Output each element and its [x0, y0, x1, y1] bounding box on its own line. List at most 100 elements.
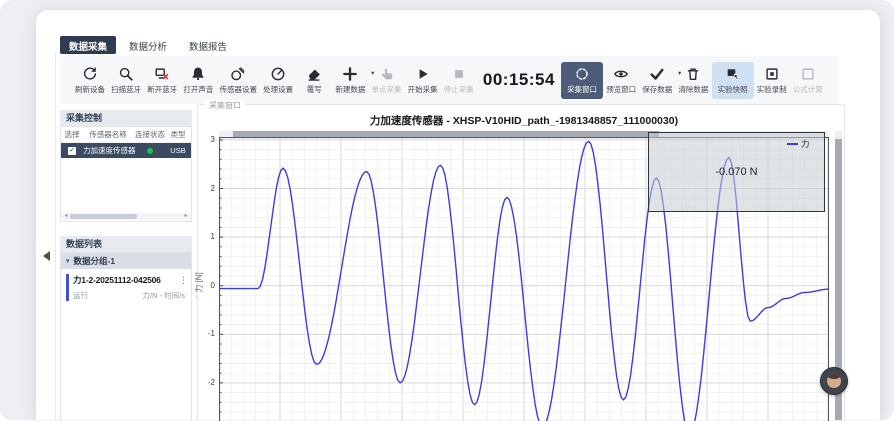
formula-icon: [800, 66, 816, 82]
open-sound-button[interactable]: 打开声音: [180, 64, 216, 97]
stop-collect-button: 停止采集: [441, 64, 477, 97]
collect-window-button[interactable]: 采集窗口: [561, 62, 603, 99]
open-sound-label: 打开声音: [183, 84, 213, 95]
chart-legend: 力: [787, 138, 810, 150]
experiment-snapshot-label: 实验快照: [718, 84, 748, 95]
eye-icon: [613, 66, 629, 82]
gauge-icon: [270, 66, 286, 82]
scan-bluetooth-label: 扫描蓝牙: [111, 84, 141, 95]
app-window: 数据采集数据分析数据报告 刷新设备扫描蓝牙断开蓝牙打开声音传感器设置处理设置 覆写…: [36, 10, 880, 420]
sensor-table: 选择传感器名称连接状态类型 ✓ 力加速度传感器 USB ◂ ▸: [60, 126, 192, 222]
data-item-name: 力1-2-20251112-042506: [73, 274, 185, 286]
snapshot-icon: [725, 66, 741, 82]
column-header: 传感器名称: [83, 129, 133, 140]
collection-control-header: 采集控制: [60, 110, 192, 126]
play-icon: [415, 66, 431, 82]
sensor-hscroll-thumb[interactable]: [70, 214, 137, 219]
disconnect-bluetooth-icon: [154, 66, 170, 82]
touch-icon: [379, 66, 395, 82]
clear-data-button[interactable]: 清除数据: [675, 64, 711, 97]
start-collect-button[interactable]: 开始采集: [405, 64, 441, 97]
experiment-record-label: 实验录制: [757, 84, 787, 95]
refresh-device-label: 刷新设备: [75, 84, 105, 95]
sensor-hscroll-track[interactable]: [70, 214, 182, 219]
dashed-circle-icon: [574, 66, 590, 82]
kebab-menu-icon[interactable]: ⋮: [179, 275, 188, 286]
chart-panel-label: 采集窗口: [205, 100, 245, 111]
scan-bluetooth-button[interactable]: 扫描蓝牙: [108, 64, 144, 97]
tab-data-collection[interactable]: 数据采集: [60, 36, 116, 54]
sensor-table-header: 选择传感器名称连接状态类型: [61, 127, 191, 143]
data-group-label: 数据分组-1: [74, 255, 116, 267]
overwrite-label: 覆写: [307, 84, 322, 95]
preview-window-button[interactable]: 预览窗口: [603, 64, 639, 97]
sidebar-collapse-icon[interactable]: [43, 251, 50, 261]
chart-panel: 采集窗口 力加速度传感器 - XHSP-V10HID_path_-1981348…: [197, 104, 845, 420]
refresh-device-button[interactable]: 刷新设备: [72, 64, 108, 97]
avatar-face-icon: [827, 374, 841, 388]
chevron-down-icon: ▾: [66, 257, 70, 265]
bell-icon: [190, 66, 206, 82]
y-tick-label: 2: [200, 184, 215, 193]
column-header: 选择: [61, 129, 83, 140]
sensor-row[interactable]: ✓ 力加速度传感器 USB: [61, 143, 191, 158]
plus-icon: [342, 66, 358, 82]
tab-bar: 数据采集数据分析数据报告: [60, 36, 236, 54]
connection-status-dot: [147, 148, 153, 154]
column-header: 连接状态: [133, 129, 167, 140]
tab-data-report[interactable]: 数据报告: [180, 36, 236, 54]
trash-icon: [685, 66, 701, 82]
check-icon: [649, 66, 665, 82]
record-icon: [764, 66, 780, 82]
y-tick-label: 1: [200, 232, 215, 241]
data-group-row[interactable]: ▾ 数据分组-1: [61, 253, 191, 269]
data-item-status: 运行: [73, 290, 88, 301]
collect-timer: 00:15:54: [483, 70, 555, 90]
measurement-value: -0.070 N: [715, 166, 757, 178]
new-data-label: 新建数据: [335, 84, 365, 95]
y-tick-label: -2: [200, 378, 215, 387]
y-axis-label: 力 [N]: [194, 272, 205, 292]
data-item[interactable]: 力1-2-20251112-042506 ⋮ 运行 力/N - 时间/s: [61, 269, 191, 306]
single-point-collect-button: 单点采集: [369, 64, 405, 97]
desktop-background: 数据采集数据分析数据报告 刷新设备扫描蓝牙断开蓝牙打开声音传感器设置处理设置 覆写…: [0, 0, 894, 420]
sensor-settings-button[interactable]: 传感器设置: [217, 64, 261, 97]
sensor-name: 力加速度传感器: [83, 145, 133, 156]
start-collect-label: 开始采集: [408, 84, 438, 95]
scroll-right-icon[interactable]: ▸: [182, 213, 190, 220]
process-settings-label: 处理设置: [263, 84, 293, 95]
sensor-settings-label: 传感器设置: [220, 84, 258, 95]
sensor-checkbox[interactable]: ✓: [68, 147, 76, 155]
formula-calc-label: 公式计算: [793, 84, 823, 95]
toolbar: 刷新设备扫描蓝牙断开蓝牙打开声音传感器设置处理设置 覆写 ▾新建数据单点采集开始采集…: [60, 56, 838, 104]
left-rail-divider: [55, 52, 56, 420]
scroll-left-icon[interactable]: ◂: [62, 213, 70, 220]
new-data-button[interactable]: ▾新建数据: [332, 64, 368, 97]
data-item-axes: 力/N - 时间/s: [143, 290, 186, 301]
save-data-button[interactable]: ▾保存数据: [639, 64, 675, 97]
experiment-record-button[interactable]: 实验录制: [754, 64, 790, 97]
legend-label: 力: [801, 138, 810, 150]
preview-window-label: 预览窗口: [606, 84, 636, 95]
data-item-accent-bar: [66, 274, 69, 301]
clear-data-label: 清除数据: [678, 84, 708, 95]
disconnect-bluetooth-label: 断开蓝牙: [147, 84, 177, 95]
experiment-snapshot-button[interactable]: 实验快照: [712, 62, 754, 99]
tab-data-analysis[interactable]: 数据分析: [120, 36, 176, 54]
stop-icon: [451, 66, 467, 82]
chart-title: 力加速度传感器 - XHSP-V10HID_path_-1981348857_1…: [219, 113, 829, 128]
y-tick-label: 3: [200, 135, 215, 144]
disconnect-bluetooth-button[interactable]: 断开蓝牙: [144, 64, 180, 97]
collect-window-label: 采集窗口: [567, 84, 597, 95]
sensor-table-hscrollbar[interactable]: ◂ ▸: [62, 213, 190, 220]
legend-line-icon: [787, 143, 798, 146]
save-data-label: 保存数据: [642, 84, 672, 95]
single-point-collect-label: 单点采集: [372, 84, 402, 95]
sensor-settings-icon: [230, 66, 246, 82]
data-list: ▾ 数据分组-1 力1-2-20251112-042506 ⋮ 运行 力/N -…: [60, 252, 192, 420]
assistant-avatar-button[interactable]: [820, 367, 848, 395]
overwrite-button[interactable]: 覆写: [296, 64, 332, 97]
y-tick-label: -1: [200, 329, 215, 338]
sensor-type: USB: [167, 146, 189, 155]
process-settings-button[interactable]: 处理设置: [260, 64, 296, 97]
